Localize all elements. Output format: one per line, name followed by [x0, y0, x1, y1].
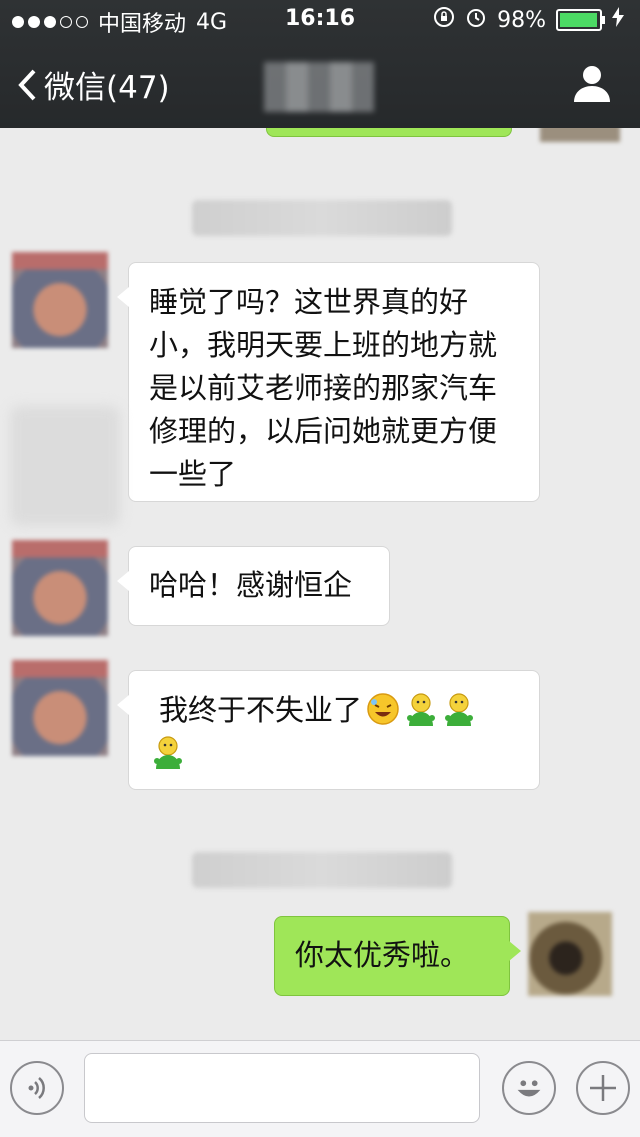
- incoming-message-bubble[interactable]: 睡觉了吗？这世界真的好小，我明天要上班的地方就是以前艾老师接的那家汽车修理的，以…: [117, 262, 540, 502]
- status-bar: 中国移动 4G 16:16 98%: [0, 0, 640, 40]
- laughing-face-icon: [367, 693, 399, 725]
- contact-avatar[interactable]: [12, 660, 108, 756]
- blurred-overlay: [10, 406, 120, 526]
- timestamp-obscured: [192, 200, 452, 236]
- chevron-left-icon: [18, 69, 36, 100]
- profile-button[interactable]: [572, 62, 612, 106]
- back-label: 微信(47): [44, 70, 170, 106]
- chat-area[interactable]: 睡觉了吗？这世界真的好小，我明天要上班的地方就是以前艾老师接的那家汽车修理的，以…: [0, 118, 640, 1040]
- input-bar: [0, 1040, 640, 1137]
- navigation-bar: 微信(47): [0, 40, 640, 128]
- incoming-message-bubble[interactable]: 我终于不失业了: [117, 670, 540, 790]
- contact-avatar[interactable]: [12, 252, 108, 348]
- contact-avatar[interactable]: [12, 540, 108, 636]
- top-bar: 中国移动 4G 16:16 98% 微信(47): [0, 0, 640, 128]
- status-right: 98%: [433, 6, 624, 34]
- timestamp-obscured: [192, 852, 452, 888]
- charging-icon: [612, 7, 624, 33]
- voice-button[interactable]: [10, 1061, 64, 1115]
- green-figure-icon: [407, 693, 436, 726]
- green-figure-icon: [445, 693, 474, 726]
- rotation-lock-icon: [433, 6, 455, 34]
- message-text: 我终于不失业了: [159, 693, 363, 727]
- person-icon: [574, 66, 610, 102]
- incoming-message-bubble[interactable]: 哈哈！感谢恒企: [117, 546, 390, 626]
- back-button[interactable]: 微信(47): [18, 62, 170, 107]
- message-input[interactable]: [84, 1053, 480, 1123]
- chat-title-obscured: [264, 62, 374, 112]
- more-button[interactable]: [576, 1061, 630, 1115]
- my-avatar[interactable]: [528, 912, 612, 996]
- alarm-icon: [465, 6, 487, 34]
- emoji-button[interactable]: [502, 1061, 556, 1115]
- smiley-icon: [517, 1080, 541, 1097]
- green-figure-icon: [154, 736, 182, 769]
- message-text: 你太优秀啦。: [295, 938, 470, 972]
- message-text: 睡觉了吗？这世界真的好小，我明天要上班的地方就是以前艾老师接的那家汽车修理的，以…: [149, 285, 498, 491]
- battery-icon: [556, 9, 605, 31]
- outgoing-message-bubble[interactable]: 你太优秀啦。: [274, 916, 521, 996]
- voice-icon: [28, 1077, 45, 1099]
- plus-icon: [590, 1075, 616, 1101]
- battery-percent: 98%: [497, 7, 546, 33]
- message-text: 哈哈！感谢恒企: [149, 568, 353, 602]
